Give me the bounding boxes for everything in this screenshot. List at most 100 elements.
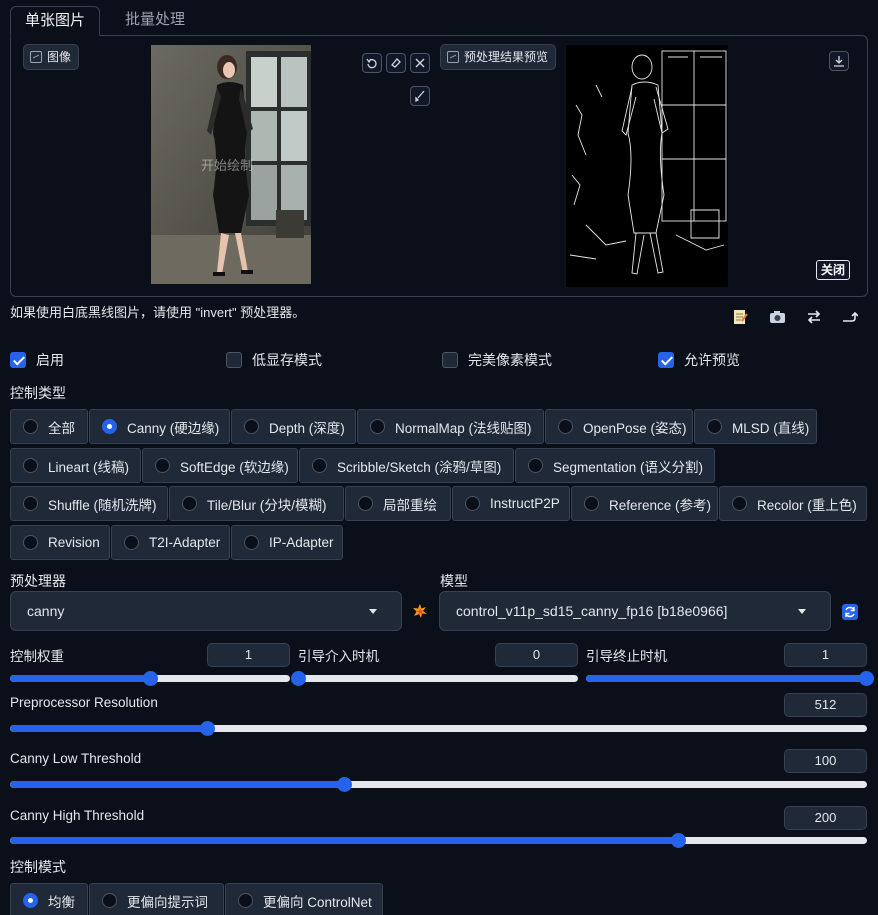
control-type-option[interactable]: MLSD (直线) bbox=[694, 409, 817, 444]
camera-icon[interactable] bbox=[769, 309, 786, 328]
resolution-input[interactable]: 512 bbox=[784, 693, 867, 717]
slider-thumb[interactable] bbox=[291, 671, 306, 686]
canny-low-slider[interactable] bbox=[10, 777, 867, 792]
option-label: Shuffle (随机洗牌) bbox=[48, 497, 157, 513]
model-select[interactable]: control_v11p_sd15_canny_fp16 [b18e0966] bbox=[439, 591, 831, 631]
control-type-option[interactable]: IP-Adapter bbox=[231, 525, 343, 560]
checkbox-box[interactable] bbox=[658, 352, 674, 368]
undo-button[interactable] bbox=[362, 53, 382, 73]
control-type-option[interactable]: Segmentation (语义分割) bbox=[515, 448, 715, 483]
canny-edge-image bbox=[569, 50, 727, 275]
option-label: 更偏向 ControlNet bbox=[263, 894, 372, 910]
option-label: IP-Adapter bbox=[269, 535, 334, 550]
option-label: 均衡 bbox=[48, 894, 75, 910]
control-type-option[interactable]: InstructP2P bbox=[452, 486, 570, 521]
refresh-models-button[interactable] bbox=[842, 604, 858, 620]
option-label: 更偏向提示词 bbox=[127, 894, 208, 910]
allow-preview-checkbox[interactable]: 允许预览 bbox=[658, 350, 740, 370]
control-weight-input[interactable]: 1 bbox=[207, 643, 290, 667]
preprocessor-select[interactable]: canny bbox=[10, 591, 402, 631]
control-type-option[interactable]: T2I-Adapter bbox=[111, 525, 230, 560]
control-type-option[interactable]: Recolor (重上色) bbox=[719, 486, 867, 521]
image-icon bbox=[30, 51, 42, 63]
notepad-icon-glyph bbox=[734, 310, 748, 324]
image-panel bbox=[10, 35, 868, 297]
canny-high-slider[interactable] bbox=[10, 833, 867, 848]
slider-thumb[interactable] bbox=[859, 671, 874, 686]
chevron-down-icon bbox=[798, 609, 806, 614]
option-label: 局部重绘 bbox=[383, 497, 437, 513]
slider-fill bbox=[10, 675, 150, 682]
eraser-button[interactable] bbox=[386, 53, 406, 73]
checkbox-box[interactable] bbox=[442, 352, 458, 368]
control-type-option[interactable]: SoftEdge (软边缘) bbox=[142, 448, 298, 483]
low-vram-checkbox[interactable]: 低显存模式 bbox=[226, 350, 322, 370]
guidance-end-input[interactable]: 1 bbox=[784, 643, 867, 667]
download-button[interactable] bbox=[829, 51, 849, 71]
option-label: Tile/Blur (分块/模糊) bbox=[207, 497, 327, 513]
control-type-option[interactable]: Canny (硬边缘) bbox=[89, 409, 230, 444]
control-type-option[interactable]: Reference (参考) bbox=[571, 486, 718, 521]
resolution-label: Preprocessor Resolution bbox=[10, 695, 158, 710]
canny-low-input[interactable]: 100 bbox=[784, 749, 867, 773]
guidance-start-slider[interactable] bbox=[291, 671, 578, 686]
send-icon[interactable] bbox=[842, 309, 859, 329]
control-type-label: 控制类型 bbox=[10, 385, 66, 401]
radio-dot bbox=[528, 458, 543, 473]
option-label: NormalMap (法线贴图) bbox=[395, 420, 532, 436]
input-image-canvas[interactable]: 开始绘制 bbox=[151, 45, 311, 284]
input-image-label: 图像 bbox=[23, 44, 80, 70]
clear-button[interactable] bbox=[410, 53, 430, 73]
brush-button[interactable] bbox=[410, 86, 430, 106]
checkbox-label: 低显存模式 bbox=[252, 352, 322, 368]
guidance-start-input[interactable]: 0 bbox=[495, 643, 578, 667]
tab-single-image[interactable]: 单张图片 bbox=[10, 6, 101, 36]
control-type-option[interactable]: Tile/Blur (分块/模糊) bbox=[169, 486, 344, 521]
slider-fill bbox=[10, 837, 679, 844]
control-type-option[interactable]: Scribble/Sketch (涂鸦/草图) bbox=[299, 448, 514, 483]
close-preview-button[interactable]: 关闭 bbox=[816, 260, 851, 280]
radio-dot bbox=[23, 535, 38, 550]
canny-high-input[interactable]: 200 bbox=[784, 806, 867, 830]
control-type-option[interactable]: NormalMap (法线贴图) bbox=[357, 409, 544, 444]
radio-dot bbox=[155, 458, 170, 473]
radio-dot bbox=[23, 496, 38, 511]
option-label: Revision bbox=[48, 535, 100, 550]
slider-fill bbox=[586, 675, 866, 682]
control-mode-option[interactable]: 均衡 bbox=[10, 883, 88, 915]
control-type-option[interactable]: Depth (深度) bbox=[231, 409, 356, 444]
radio-dot bbox=[732, 496, 747, 511]
radio-dot bbox=[23, 893, 38, 908]
pixel-perfect-checkbox[interactable]: 完美像素模式 bbox=[442, 350, 552, 370]
preprocessor-label: 预处理器 bbox=[10, 573, 66, 589]
control-type-option[interactable]: 全部 bbox=[10, 409, 88, 444]
close-icon bbox=[415, 58, 425, 68]
option-label: Lineart (线稿) bbox=[48, 459, 130, 475]
slider-thumb[interactable] bbox=[200, 721, 216, 736]
slider-thumb[interactable] bbox=[143, 671, 158, 686]
slider-thumb[interactable] bbox=[671, 833, 687, 848]
run-preprocessor-button[interactable] bbox=[412, 603, 428, 622]
enable-checkbox[interactable]: 启用 bbox=[10, 350, 64, 370]
notepad-icon[interactable] bbox=[732, 309, 748, 329]
control-mode-label: 控制模式 bbox=[10, 859, 66, 875]
swap-icon[interactable] bbox=[806, 309, 822, 329]
control-mode-option[interactable]: 更偏向提示词 bbox=[89, 883, 224, 915]
option-label: Scribble/Sketch (涂鸦/草图) bbox=[337, 459, 502, 475]
control-type-option[interactable]: 局部重绘 bbox=[345, 486, 451, 521]
guidance-end-slider[interactable] bbox=[586, 671, 874, 686]
control-type-option[interactable]: Revision bbox=[10, 525, 110, 560]
eraser-icon bbox=[391, 58, 401, 68]
checkbox-box[interactable] bbox=[226, 352, 242, 368]
resolution-slider[interactable] bbox=[10, 721, 867, 736]
radio-dot bbox=[238, 893, 253, 908]
control-weight-slider[interactable] bbox=[10, 671, 290, 686]
tab-batch[interactable]: 批量处理 bbox=[111, 6, 199, 36]
control-type-option[interactable]: Lineart (线稿) bbox=[10, 448, 141, 483]
slider-thumb[interactable] bbox=[337, 777, 353, 792]
checkbox-box[interactable] bbox=[10, 352, 26, 368]
control-type-option[interactable]: OpenPose (姿态) bbox=[545, 409, 693, 444]
control-type-option[interactable]: Shuffle (随机洗牌) bbox=[10, 486, 168, 521]
send-icon-glyph bbox=[843, 311, 859, 322]
control-mode-option[interactable]: 更偏向 ControlNet bbox=[225, 883, 383, 915]
